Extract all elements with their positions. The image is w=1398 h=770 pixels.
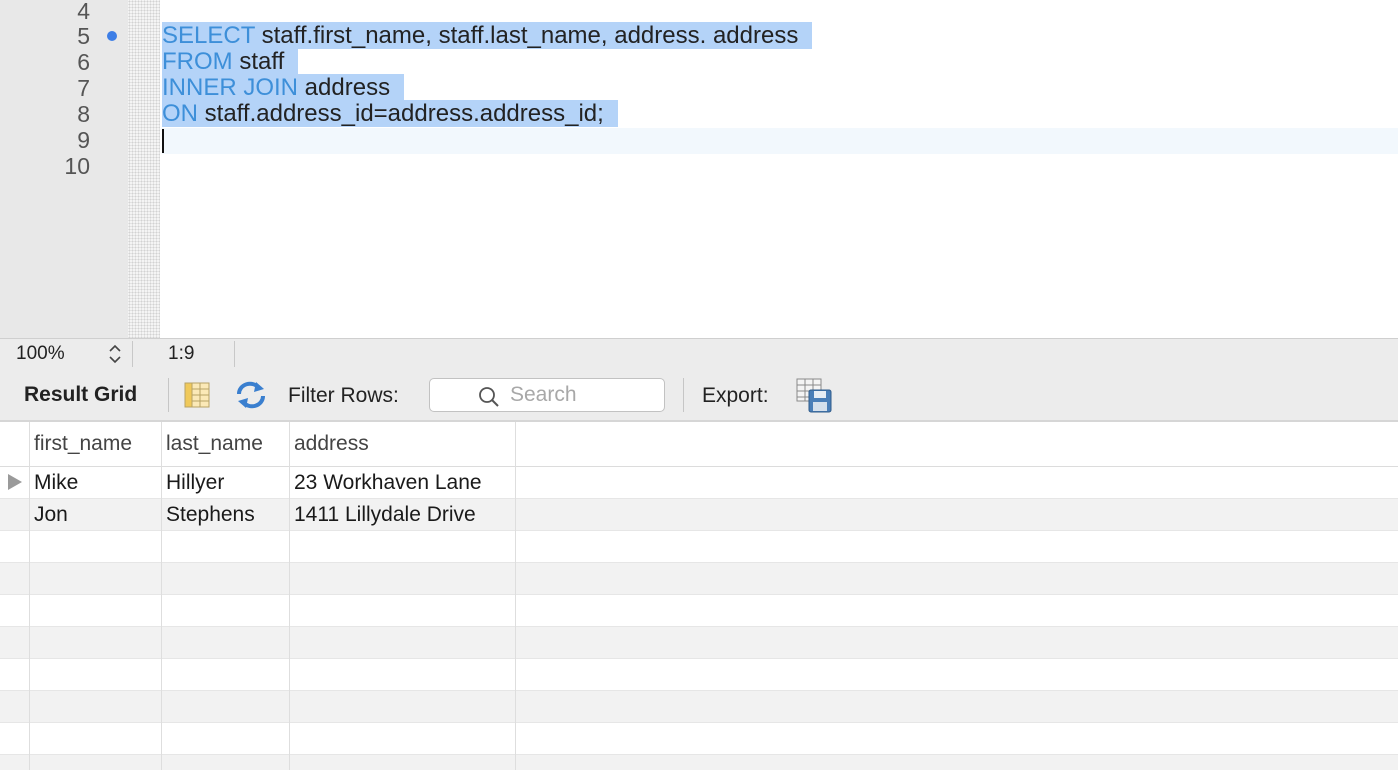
sql-editor[interactable]: 4 5 6 7 8 9 10 SELECT staff.first_name, … [0, 0, 1398, 338]
search-icon [478, 386, 500, 408]
filter-search-box[interactable] [429, 378, 665, 412]
zoom-level[interactable]: 100% [16, 343, 65, 365]
result-grid-tab[interactable]: Result Grid [24, 383, 137, 407]
code-line-7: INNER JOIN address [162, 74, 405, 101]
line-number-gutter: 4 5 6 7 8 9 10 [0, 0, 128, 338]
table-row[interactable]: Jon Stephens 1411 Lillydale Drive [0, 499, 1398, 531]
code-area[interactable]: SELECT staff.first_name, staff.last_name… [162, 0, 1398, 338]
column-header-last-name[interactable]: last_name [161, 422, 289, 466]
status-divider [234, 341, 235, 367]
code-line-5: SELECT staff.first_name, staff.last_name… [162, 22, 813, 49]
table-cell[interactable]: Jon [29, 499, 161, 530]
toolbar-divider [683, 378, 684, 412]
line-number: 4 [77, 0, 90, 24]
sql-keyword: INNER JOIN [162, 74, 299, 101]
code-text: staff [232, 48, 285, 75]
column-header-first-name[interactable]: first_name [29, 422, 161, 466]
code-text: staff.first_name, staff.last_name, addre… [254, 22, 799, 49]
line-number: 8 [77, 101, 90, 127]
empty-row [0, 659, 1398, 691]
status-divider [132, 341, 133, 367]
column-divider [289, 422, 290, 770]
sql-keyword: FROM [162, 48, 233, 75]
column-divider [161, 422, 162, 770]
sql-keyword: SELECT [162, 22, 255, 49]
zoom-stepper-icon[interactable] [108, 342, 122, 367]
export-label: Export: [702, 384, 769, 407]
line-number: 6 [77, 49, 90, 75]
empty-row [0, 563, 1398, 595]
current-row-arrow-icon [8, 474, 22, 490]
filter-search-input[interactable] [510, 383, 655, 407]
column-divider [515, 422, 516, 770]
line-number: 5 [77, 23, 90, 49]
export-save-icon[interactable] [796, 378, 834, 414]
refresh-icon[interactable] [234, 380, 268, 410]
line-number: 7 [77, 75, 90, 101]
empty-row [0, 723, 1398, 755]
form-editor-icon[interactable] [184, 382, 210, 408]
code-line-6: FROM staff [162, 48, 299, 75]
table-cell[interactable]: Mike [29, 467, 161, 498]
table-cell[interactable]: Stephens [161, 499, 289, 530]
column-divider [29, 422, 30, 770]
code-text: staff.address_id=address.address_id; [198, 100, 604, 127]
sql-keyword: ON [162, 100, 198, 127]
code-line-8: ON staff.address_id=address.address_id; [162, 100, 618, 127]
table-row[interactable]: Mike Hillyer 23 Workhaven Lane [0, 467, 1398, 499]
result-toolbar: Result Grid Filter Rows: Expor [0, 368, 1398, 422]
empty-row [0, 755, 1398, 770]
empty-row [0, 595, 1398, 627]
code-text: address [298, 74, 391, 101]
empty-row [0, 627, 1398, 659]
result-grid[interactable]: first_name last_name address Mike Hillye… [0, 422, 1398, 770]
grid-header-row: first_name last_name address [0, 422, 1398, 467]
toolbar-divider [168, 378, 169, 412]
editor-status-bar: 100% 1:9 [0, 338, 1398, 368]
cursor-position: 1:9 [168, 343, 195, 364]
text-caret [162, 129, 164, 153]
line-number: 9 [77, 127, 90, 153]
column-header-address[interactable]: address [289, 422, 515, 466]
empty-row [0, 531, 1398, 563]
table-cell[interactable]: 23 Workhaven Lane [289, 467, 515, 498]
table-cell[interactable]: Hillyer [161, 467, 289, 498]
line-number: 10 [64, 153, 90, 179]
filter-rows-label: Filter Rows: [288, 384, 399, 407]
statement-marker-icon [107, 31, 117, 41]
fold-margin [128, 0, 160, 338]
table-cell[interactable]: 1411 Lillydale Drive [289, 499, 515, 530]
empty-row [0, 691, 1398, 723]
